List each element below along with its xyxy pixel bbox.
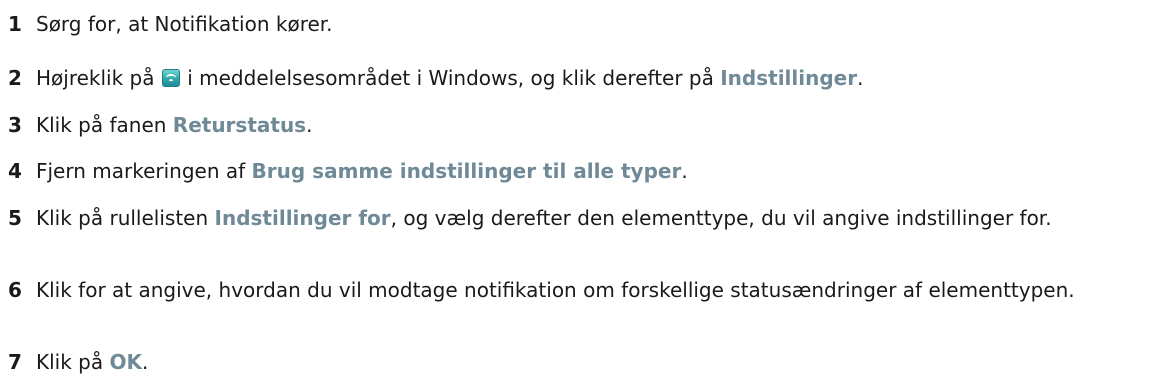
step-text-mid: i meddelelsesområdet i Windows, og klik … bbox=[180, 66, 721, 90]
step-text: Klik på rullelisten Indstillinger for, o… bbox=[36, 202, 1150, 234]
step-text: Højreklik på i meddelelsesområdet i Wind… bbox=[36, 62, 1150, 94]
step-text: Klik på OK. bbox=[36, 346, 1150, 378]
step-text-pre: Klik på rullelisten bbox=[36, 206, 215, 230]
step-text-pre: Højreklik på bbox=[36, 66, 161, 90]
step-number: 5 bbox=[8, 206, 22, 230]
step-text-post: , og vælg derefter den elementtype, du v… bbox=[390, 206, 1052, 230]
step-text-post: . bbox=[681, 159, 688, 183]
notification-tray-icon bbox=[161, 69, 180, 87]
step-1: 1 Sørg for, at Notifikation kører. bbox=[8, 8, 1150, 40]
step-4: 4 Fjern markeringen af Brug samme indsti… bbox=[8, 155, 1150, 187]
step-text: Sørg for, at Notifikation kører. bbox=[36, 12, 333, 36]
ui-term-ok: OK bbox=[109, 350, 142, 374]
step-6: 6 Klik for at angive, hvordan du vil mod… bbox=[8, 274, 1150, 306]
step-text-pre: Klik på bbox=[36, 350, 110, 374]
ui-term-indstillinger-for: Indstillinger for bbox=[214, 206, 391, 230]
step-3: 3 Klik på fanen Returstatus. bbox=[8, 109, 1150, 141]
step-text-post: . bbox=[857, 66, 864, 90]
step-text: Klik for at angive, hvordan du vil modta… bbox=[36, 278, 1075, 302]
ui-term-brug-samme-indstillinger: Brug samme indstillinger til alle typer bbox=[251, 159, 682, 183]
step-7: 7 Klik på OK. bbox=[8, 346, 1150, 378]
step-text-post: . bbox=[141, 350, 149, 374]
step-number: 2 bbox=[8, 66, 22, 90]
step-text-post: . bbox=[306, 113, 313, 137]
step-2: 2 Højreklik på i meddelelsesområdet i Wi… bbox=[8, 62, 1150, 94]
step-number: 4 bbox=[8, 159, 22, 183]
step-number: 6 bbox=[8, 278, 22, 302]
ui-term-returstatus: Returstatus bbox=[172, 113, 307, 137]
step-5: 5 Klik på rullelisten Indstillinger for,… bbox=[8, 202, 1150, 234]
step-number: 3 bbox=[8, 113, 22, 137]
ui-term-indstillinger: Indstillinger bbox=[720, 66, 858, 90]
step-text-pre: Fjern markeringen af bbox=[36, 159, 252, 183]
step-number: 1 bbox=[8, 12, 22, 36]
step-text: Fjern markeringen af Brug samme indstill… bbox=[36, 155, 1150, 187]
step-text: Klik på fanen Returstatus. bbox=[36, 109, 1150, 141]
step-text-pre: Klik på fanen bbox=[36, 113, 173, 137]
step-number: 7 bbox=[8, 350, 22, 374]
